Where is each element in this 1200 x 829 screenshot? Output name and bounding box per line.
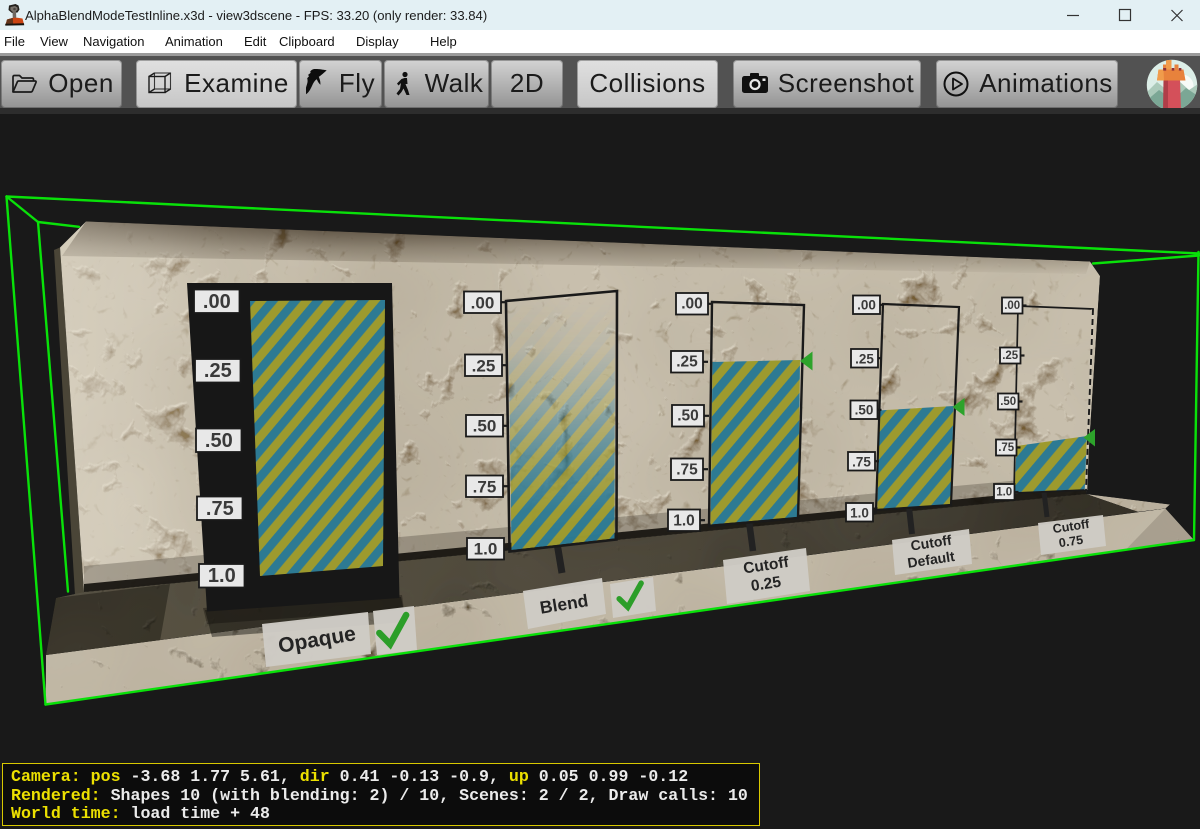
- svg-text:.25: .25: [472, 356, 496, 375]
- svg-text:1.0: 1.0: [474, 540, 498, 559]
- svg-text:.75: .75: [206, 498, 234, 520]
- svg-text:.25: .25: [676, 354, 698, 371]
- svg-text:.50: .50: [1000, 396, 1016, 408]
- svg-text:.00: .00: [471, 293, 495, 312]
- svg-text:1.0: 1.0: [850, 505, 869, 520]
- svg-text:.00: .00: [681, 296, 703, 313]
- svg-text:.75: .75: [852, 454, 871, 469]
- svg-text:.50: .50: [677, 408, 699, 425]
- svg-text:.50: .50: [473, 417, 497, 436]
- svg-text:.50: .50: [855, 403, 874, 418]
- svg-text:1.0: 1.0: [673, 512, 695, 529]
- svg-text:.00: .00: [203, 291, 231, 313]
- svg-text:.25: .25: [855, 351, 874, 366]
- svg-text:.75: .75: [998, 442, 1015, 454]
- svg-text:1.0: 1.0: [996, 487, 1012, 499]
- svg-text:1.0: 1.0: [208, 565, 236, 587]
- svg-text:.25: .25: [1002, 350, 1019, 362]
- svg-text:.00: .00: [857, 298, 876, 313]
- svg-text:.50: .50: [205, 430, 233, 452]
- svg-text:.25: .25: [204, 360, 232, 382]
- svg-text:.75: .75: [676, 461, 698, 478]
- svg-text:.75: .75: [473, 477, 497, 496]
- svg-text:.00: .00: [1004, 300, 1020, 312]
